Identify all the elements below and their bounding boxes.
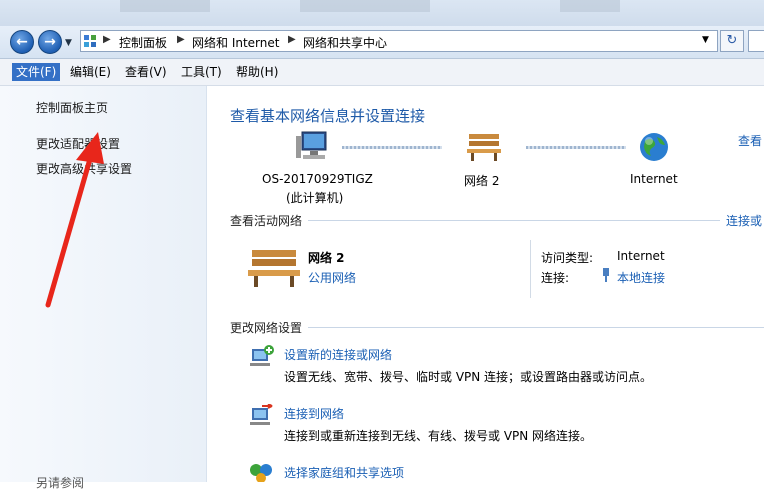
sidebar-see-also: 另请参阅 [36,476,85,490]
map-connector [526,146,626,149]
breadcrumb-separator[interactable]: ▶ [103,34,111,45]
menu-help[interactable]: 帮助(H) [232,63,282,81]
breadcrumb-control-panel[interactable]: 控制面板 [119,34,167,51]
ethernet-icon [603,268,609,282]
setup-new-connection-link[interactable]: 设置新的连接或网络 [284,346,392,363]
change-settings-header: 更改网络设置 [230,321,303,335]
access-type-label: 访问类型: [541,251,594,265]
breadcrumb-network-sharing-center[interactable]: 网络和共享中心 [303,34,387,51]
active-networks-header: 查看活动网络 [230,214,303,228]
address-box[interactable]: ▶ 控制面板 ▶ 网络和 Internet ▶ 网络和共享中心 ▼ [80,30,718,52]
setup-new-connection-desc: 设置无线、宽带、拨号、临时或 VPN 连接；或设置路由器或访问点。 [284,370,653,384]
blurred-area [560,0,620,12]
forward-button[interactable]: → [38,30,62,54]
connect-to-network-icon [250,404,273,425]
network-type-link[interactable]: 公用网络 [308,269,356,286]
page-title: 查看基本网络信息并设置连接 [230,107,426,125]
connection-label: 连接: [541,271,570,285]
homegroup-icon [250,464,272,482]
map-internet-label: Internet [630,172,678,186]
window-top-strip [0,0,764,26]
menu-bar: 文件(F) 编辑(E) 查看(V) 工具(T) 帮助(H) [0,59,764,86]
history-dropdown-icon[interactable]: ▼ [65,38,72,48]
refresh-icon: ↻ [726,33,738,48]
view-full-map-link[interactable]: 查看 [738,132,762,149]
connect-to-network-desc: 连接到或重新连接到无线、有线、拨号或 VPN 网络连接。 [284,429,593,443]
bench-icon [467,134,501,161]
breadcrumb-separator[interactable]: ▶ [177,34,185,45]
menu-tools[interactable]: 工具(T) [177,63,226,81]
blurred-area [300,0,430,12]
connect-to-network-link[interactable]: 连接到网络 [284,405,344,422]
annotation-arrow [45,132,104,308]
computer-name: OS-20170929TIGZ [262,172,373,186]
new-connection-icon [250,345,274,366]
bench-icon-large [248,250,300,287]
breadcrumb-network-internet[interactable]: 网络和 Internet [192,34,279,51]
vertical-divider [530,240,531,298]
menu-edit[interactable]: 编辑(E) [66,63,115,81]
section-divider [308,220,720,221]
section-divider [308,327,764,328]
map-network-name: 网络 2 [464,174,500,188]
globe-icon [640,133,668,161]
access-type-value: Internet [617,249,665,263]
menu-file[interactable]: 文件(F) [12,63,61,81]
computer-icon [296,131,327,159]
menu-view[interactable]: 查看(V) [121,63,171,81]
refresh-button[interactable]: ↻ [720,30,744,52]
forward-arrow-icon: → [44,34,56,50]
sidebar-item-control-panel-home[interactable]: 控制面板主页 [36,99,108,116]
connect-or-disconnect-link[interactable]: 连接或 [726,212,762,229]
breadcrumb-separator[interactable]: ▶ [288,34,296,45]
control-panel-icon [84,35,96,47]
active-network-name: 网络 2 [308,251,345,265]
local-connection-link[interactable]: 本地连接 [617,269,665,286]
computer-label: (此计算机) [286,191,344,205]
search-input[interactable] [748,30,764,52]
blurred-area [120,0,210,12]
homegroup-sharing-link[interactable]: 选择家庭组和共享选项 [284,464,404,481]
back-button[interactable]: ← [10,30,34,54]
map-connector [342,146,442,149]
address-dropdown-icon[interactable]: ▼ [702,35,709,45]
back-arrow-icon: ← [16,34,28,50]
